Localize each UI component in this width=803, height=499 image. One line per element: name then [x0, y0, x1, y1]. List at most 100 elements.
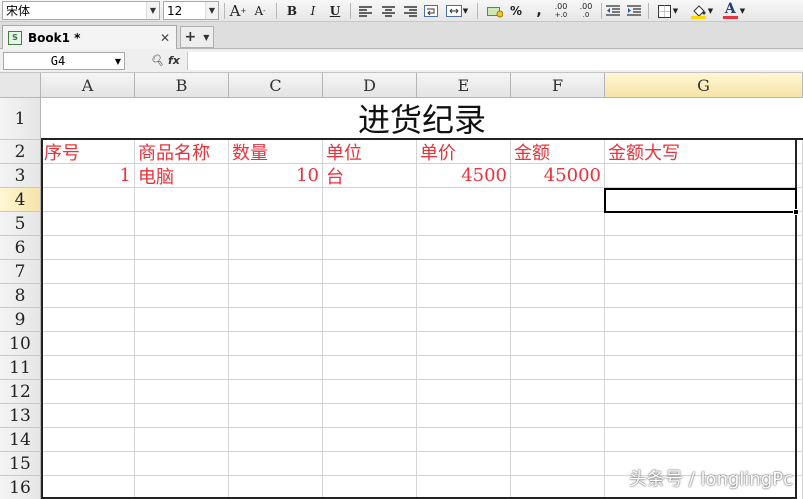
- cell-e2[interactable]: 单价: [417, 140, 511, 164]
- cell-g6[interactable]: [605, 236, 803, 260]
- cell-g10[interactable]: [605, 332, 803, 356]
- underline-button[interactable]: U: [326, 1, 344, 21]
- cell-c8[interactable]: [229, 284, 323, 308]
- cell-f2[interactable]: 金额: [511, 140, 605, 164]
- cell-c12[interactable]: [229, 380, 323, 404]
- cell-c13[interactable]: [229, 404, 323, 428]
- increase-indent-button[interactable]: [625, 1, 643, 21]
- decrease-indent-button[interactable]: [604, 1, 622, 21]
- cell-a12[interactable]: [41, 380, 135, 404]
- row-header-15[interactable]: 15: [0, 452, 41, 476]
- cell-c14[interactable]: [229, 428, 323, 452]
- cell-g7[interactable]: [605, 260, 803, 284]
- cell-e7[interactable]: [417, 260, 511, 284]
- cell-g11[interactable]: [605, 356, 803, 380]
- cell-d16[interactable]: [323, 476, 417, 499]
- formula-input[interactable]: [187, 52, 803, 70]
- cell-d13[interactable]: [323, 404, 417, 428]
- cell-e16[interactable]: [417, 476, 511, 499]
- row-header-8[interactable]: 8: [0, 284, 41, 308]
- cell-c4[interactable]: [229, 188, 323, 212]
- row-header-7[interactable]: 7: [0, 260, 41, 284]
- cell-c15[interactable]: [229, 452, 323, 476]
- row-header-12[interactable]: 12: [0, 380, 41, 404]
- cell-a14[interactable]: [41, 428, 135, 452]
- row-header-10[interactable]: 10: [0, 332, 41, 356]
- row-header-11[interactable]: 11: [0, 356, 41, 380]
- cell-d9[interactable]: [323, 308, 417, 332]
- cell-c5[interactable]: [229, 212, 323, 236]
- cell-f15[interactable]: [511, 452, 605, 476]
- row-header-3[interactable]: 3: [0, 164, 41, 188]
- align-center-button[interactable]: [379, 1, 397, 21]
- row-header-16[interactable]: 16: [0, 476, 41, 499]
- cell-d4[interactable]: [323, 188, 417, 212]
- cell-e12[interactable]: [417, 380, 511, 404]
- cell-b2[interactable]: 商品名称: [135, 140, 229, 164]
- cell-e9[interactable]: [417, 308, 511, 332]
- wrap-text-button[interactable]: [422, 1, 440, 21]
- cell-b9[interactable]: [135, 308, 229, 332]
- cell-d2[interactable]: 单位: [323, 140, 417, 164]
- column-header-g[interactable]: G: [605, 73, 803, 98]
- cell-d12[interactable]: [323, 380, 417, 404]
- cell-g14[interactable]: [605, 428, 803, 452]
- cell-c3[interactable]: 10: [229, 164, 323, 188]
- cell-c9[interactable]: [229, 308, 323, 332]
- cell-d8[interactable]: [323, 284, 417, 308]
- cell-g12[interactable]: [605, 380, 803, 404]
- cell-a2[interactable]: 序号: [41, 140, 135, 164]
- select-all-corner[interactable]: [0, 73, 41, 98]
- cell-a6[interactable]: [41, 236, 135, 260]
- name-box[interactable]: G4 ▼: [3, 52, 125, 70]
- column-header-b[interactable]: B: [135, 73, 229, 98]
- cell-b16[interactable]: [135, 476, 229, 499]
- cell-b14[interactable]: [135, 428, 229, 452]
- row-header-4[interactable]: 4: [0, 188, 41, 212]
- cell-e14[interactable]: [417, 428, 511, 452]
- column-header-a[interactable]: A: [41, 73, 135, 98]
- cell-f8[interactable]: [511, 284, 605, 308]
- cell-a11[interactable]: [41, 356, 135, 380]
- row-header-13[interactable]: 13: [0, 404, 41, 428]
- cell-e4[interactable]: [417, 188, 511, 212]
- cell-a10[interactable]: [41, 332, 135, 356]
- thousands-separator-button[interactable]: ,: [530, 1, 548, 21]
- cell-d14[interactable]: [323, 428, 417, 452]
- cell-e15[interactable]: [417, 452, 511, 476]
- new-tab-button[interactable]: + ▼: [180, 26, 214, 48]
- cell-d3[interactable]: 台: [323, 164, 417, 188]
- cell-b5[interactable]: [135, 212, 229, 236]
- font-name-select[interactable]: 宋体 ▼: [2, 1, 160, 20]
- currency-format-button[interactable]: [484, 1, 506, 21]
- cell-f11[interactable]: [511, 356, 605, 380]
- function-icon[interactable]: fx: [168, 54, 180, 67]
- cell-d5[interactable]: [323, 212, 417, 236]
- cell-e6[interactable]: [417, 236, 511, 260]
- cell-f16[interactable]: [511, 476, 605, 499]
- row-header-1[interactable]: 1: [0, 98, 41, 140]
- font-color-button[interactable]: A ▼: [719, 1, 749, 21]
- cell-b3[interactable]: 电脑: [135, 164, 229, 188]
- column-header-f[interactable]: F: [511, 73, 605, 98]
- cell-c6[interactable]: [229, 236, 323, 260]
- decrease-font-button[interactable]: A-: [251, 1, 269, 21]
- row-header-2[interactable]: 2: [0, 140, 41, 164]
- cell-b11[interactable]: [135, 356, 229, 380]
- cell-g13[interactable]: [605, 404, 803, 428]
- cell-b8[interactable]: [135, 284, 229, 308]
- cell-a8[interactable]: [41, 284, 135, 308]
- cell-c16[interactable]: [229, 476, 323, 499]
- cell-b7[interactable]: [135, 260, 229, 284]
- cell-g3[interactable]: [605, 164, 803, 188]
- cell-g5[interactable]: [605, 212, 803, 236]
- cell-a13[interactable]: [41, 404, 135, 428]
- cell-g9[interactable]: [605, 308, 803, 332]
- row-header-6[interactable]: 6: [0, 236, 41, 260]
- cell-e13[interactable]: [417, 404, 511, 428]
- cell-f3[interactable]: 45000: [511, 164, 605, 188]
- cell-a4[interactable]: [41, 188, 135, 212]
- cell-a7[interactable]: [41, 260, 135, 284]
- cell-a15[interactable]: [41, 452, 135, 476]
- cell-e10[interactable]: [417, 332, 511, 356]
